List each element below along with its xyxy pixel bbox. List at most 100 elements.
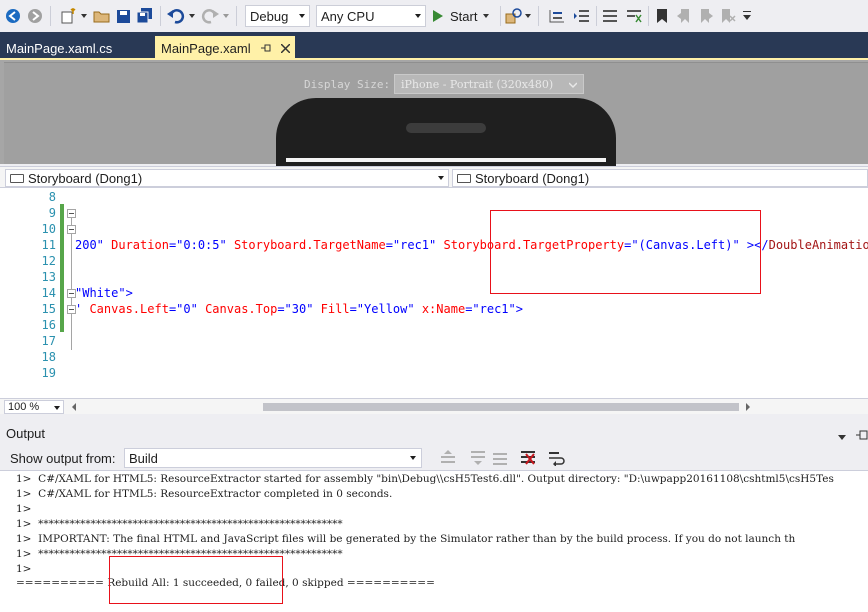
output-line: 1> C#/XAML for HTML5: ResourceExtractor … bbox=[16, 473, 834, 485]
tab-mainpage-xaml-cs[interactable]: MainPage.xaml.cs bbox=[0, 36, 150, 60]
line-number: 11 bbox=[41, 238, 56, 252]
code-token: > bbox=[125, 286, 133, 300]
code-token: ="Yellow" bbox=[349, 302, 415, 316]
output-line: 1> bbox=[16, 503, 32, 515]
chevron-down-icon[interactable] bbox=[524, 6, 532, 26]
close-icon[interactable] bbox=[280, 41, 291, 56]
configuration-value: Debug bbox=[250, 8, 289, 24]
show-output-from-label: Show output from: bbox=[10, 451, 116, 466]
phone-speaker bbox=[406, 123, 486, 133]
chevron-down-icon bbox=[410, 456, 416, 460]
pin-icon[interactable] bbox=[856, 429, 868, 443]
line-number: 15 bbox=[41, 302, 56, 316]
line-number: 10 bbox=[41, 222, 56, 236]
output-line: 1> *************************************… bbox=[16, 518, 343, 530]
element-select[interactable]: Storyboard (Dong1) bbox=[452, 169, 868, 187]
chevron-down-icon bbox=[568, 79, 578, 92]
show-output-from-value: Build bbox=[129, 450, 158, 466]
display-size-select[interactable]: iPhone - Portrait (320x480) bbox=[394, 74, 584, 94]
xaml-element-icon bbox=[457, 174, 471, 183]
open-icon[interactable] bbox=[92, 6, 112, 26]
save-all-icon[interactable] bbox=[136, 6, 154, 26]
uncomment-icon[interactable] bbox=[624, 6, 644, 26]
find-icon[interactable] bbox=[504, 6, 524, 26]
go-to-next-icon[interactable] bbox=[470, 450, 486, 469]
display-size-label: Display Size: bbox=[304, 78, 391, 91]
outline-guide bbox=[71, 218, 72, 350]
indent-icon[interactable] bbox=[572, 6, 592, 26]
back-icon[interactable] bbox=[4, 6, 22, 26]
outline-toggle-icon[interactable] bbox=[546, 6, 568, 26]
word-wrap-icon[interactable] bbox=[548, 450, 566, 469]
configuration-select[interactable]: Debug bbox=[245, 5, 310, 27]
platform-select[interactable]: Any CPU bbox=[316, 5, 426, 27]
tab-mainpage-xaml[interactable]: MainPage.xaml bbox=[155, 36, 295, 60]
line-number: 19 bbox=[41, 366, 56, 380]
code-token: "White" bbox=[75, 286, 126, 300]
chevron-down-icon[interactable] bbox=[80, 6, 88, 26]
output-panel-header: Output bbox=[0, 424, 868, 444]
design-surface: Display Size: iPhone - Portrait (320x480… bbox=[0, 60, 868, 168]
comment-icon[interactable] bbox=[600, 6, 620, 26]
output-line: 1> IMPORTANT: The final HTML and JavaScr… bbox=[16, 533, 796, 545]
highlight-box bbox=[109, 556, 283, 604]
scroll-right-icon[interactable] bbox=[746, 403, 750, 411]
toolbar-separator bbox=[500, 6, 501, 26]
output-toolbar: Show output from: Build bbox=[0, 446, 868, 470]
clear-bookmarks-icon[interactable] bbox=[718, 6, 738, 26]
undo-icon[interactable] bbox=[166, 6, 186, 26]
chevron-down-icon[interactable] bbox=[838, 430, 846, 444]
code-token: Storyboard.TargetName bbox=[226, 238, 386, 252]
toolbar-separator bbox=[596, 6, 597, 26]
find-message-icon[interactable] bbox=[492, 450, 508, 469]
toolbar-separator bbox=[236, 6, 237, 26]
toolbar-separator bbox=[648, 6, 649, 26]
line-number-gutter: 8 9 10 11 12 13 14 15 16 17 18 19 bbox=[0, 188, 60, 398]
line-number: 14 bbox=[41, 286, 56, 300]
code-token: ="0:0:5" bbox=[168, 238, 227, 252]
code-token: ="0" bbox=[168, 302, 198, 316]
collapse-icon[interactable] bbox=[67, 209, 76, 218]
new-project-icon[interactable] bbox=[58, 6, 78, 26]
start-label: Start bbox=[450, 8, 478, 24]
editor-status-strip: 100 % bbox=[0, 398, 868, 414]
chevron-down-icon bbox=[483, 14, 490, 18]
type-members-select[interactable]: Storyboard (Dong1) bbox=[5, 169, 449, 187]
code-token: ="30" bbox=[277, 302, 314, 316]
go-to-previous-icon[interactable] bbox=[440, 450, 456, 469]
tab-label: MainPage.xaml bbox=[161, 40, 251, 56]
clear-all-icon[interactable] bbox=[520, 450, 536, 469]
line-number: 18 bbox=[41, 350, 56, 364]
highlight-box bbox=[490, 210, 761, 294]
output-line: 1> bbox=[16, 563, 32, 575]
scroll-left-icon[interactable] bbox=[72, 403, 76, 411]
code-token: Duration bbox=[103, 238, 169, 252]
pin-icon[interactable] bbox=[260, 41, 271, 56]
line-number: 9 bbox=[48, 206, 56, 220]
show-output-from-select[interactable]: Build bbox=[124, 448, 422, 468]
zoom-value: 100 % bbox=[8, 401, 40, 413]
chevron-down-icon bbox=[299, 14, 305, 18]
line-number: 12 bbox=[41, 254, 56, 268]
next-bookmark-icon[interactable] bbox=[696, 6, 716, 26]
start-button[interactable]: Start bbox=[432, 6, 496, 26]
save-icon[interactable] bbox=[114, 6, 132, 26]
collapse-icon[interactable] bbox=[67, 225, 76, 234]
redo-icon[interactable] bbox=[200, 6, 220, 26]
prev-bookmark-icon[interactable] bbox=[674, 6, 694, 26]
code-token: ="rec1" bbox=[385, 238, 437, 252]
code-token: x:Name bbox=[414, 302, 466, 316]
chevron-down-icon[interactable] bbox=[188, 6, 196, 26]
horizontal-scrollbar-thumb[interactable] bbox=[263, 403, 739, 411]
toolbar-separator bbox=[160, 6, 161, 26]
output-panel-title: Output bbox=[6, 426, 46, 441]
output-line: 1> C#/XAML for HTML5: ResourceExtractor … bbox=[16, 488, 393, 500]
zoom-select[interactable]: 100 % bbox=[4, 400, 64, 414]
toolbar-overflow-icon[interactable] bbox=[742, 6, 752, 26]
xaml-element-icon bbox=[10, 174, 24, 183]
code-token: Canvas.Left bbox=[82, 302, 169, 316]
line-number: 13 bbox=[41, 270, 56, 284]
forward-icon[interactable] bbox=[26, 6, 44, 26]
chevron-down-icon[interactable] bbox=[222, 6, 230, 26]
bookmark-icon[interactable] bbox=[652, 6, 672, 26]
